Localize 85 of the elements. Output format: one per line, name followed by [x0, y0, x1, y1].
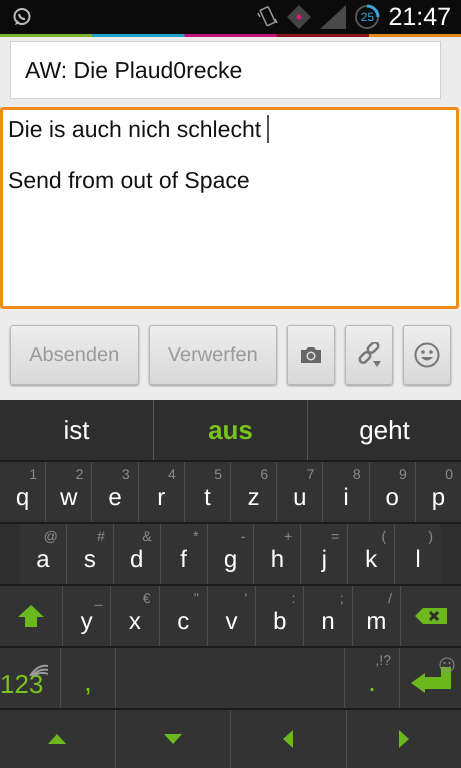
key[interactable]: @ a [20, 524, 66, 584]
clock: 21:47 [388, 2, 451, 32]
shift-key[interactable] [0, 586, 62, 646]
emoji-button[interactable] [403, 325, 451, 385]
vibrate-icon [256, 5, 278, 29]
key[interactable]: € x [110, 586, 159, 646]
key-hint: ,!? [375, 652, 391, 668]
key-hint: 0 [445, 466, 454, 482]
signal-icon [320, 5, 346, 29]
key[interactable]: : b [255, 586, 304, 646]
key[interactable]: / m [352, 586, 400, 646]
key[interactable]: 1 q [0, 462, 46, 522]
key-hint: ( [381, 528, 386, 544]
key[interactable]: ,!? . [344, 648, 399, 708]
key[interactable]: 7 u [276, 462, 322, 522]
camera-button[interactable] [287, 325, 335, 385]
message-text: Die is auch nich schlecht [8, 115, 270, 143]
key-hint: 7 [306, 466, 314, 482]
key[interactable]: 6 z [230, 462, 276, 522]
key[interactable]: 4 r [138, 462, 184, 522]
suggestion[interactable]: geht [307, 400, 461, 460]
key-hint: _ [94, 590, 102, 606]
key-hint: = [331, 528, 340, 544]
key-hint: 8 [352, 466, 361, 482]
text-cursor [267, 115, 270, 143]
key[interactable]: ; n [303, 586, 352, 646]
key[interactable]: ) l [394, 524, 442, 584]
key-hint: € [142, 590, 151, 606]
key-hint: 9 [399, 466, 407, 482]
chain-link-icon [356, 342, 382, 368]
chat-bubble-icon [12, 7, 32, 27]
key[interactable]: , [60, 648, 115, 708]
key[interactable]: = j [300, 524, 348, 584]
suggestion[interactable]: aus [153, 400, 307, 460]
key-hint: " [194, 590, 199, 606]
backspace-key[interactable] [400, 586, 461, 646]
key-hint: 2 [76, 466, 84, 482]
key-hint: 4 [168, 466, 176, 482]
message-text: Send from out of Space [8, 167, 250, 194]
symbols-key[interactable]: 123 [0, 648, 60, 708]
message-field[interactable]: Die is auch nich schlecht Send from out of Space [0, 107, 459, 309]
key-hint: / [388, 590, 392, 606]
key[interactable]: 0 p [414, 462, 461, 522]
key-hint: ; [340, 590, 344, 606]
key-hint: ) [428, 528, 434, 544]
key[interactable]: 9 o [368, 462, 415, 522]
smiley-icon [414, 342, 440, 368]
subject-field[interactable]: AW: Die Plaud0recke [10, 41, 441, 99]
notification-badge: 25 [354, 4, 380, 30]
key-hint: + [284, 528, 292, 544]
key[interactable]: ( k [347, 524, 394, 584]
key[interactable]: ' v [206, 586, 256, 646]
triangle-right-icon [398, 730, 409, 748]
shift-arrow-icon [17, 604, 45, 628]
key[interactable]: # s [66, 524, 113, 584]
key-hint: # [96, 528, 105, 544]
key[interactable]: 3 e [91, 462, 138, 522]
key-hint: : [292, 590, 296, 606]
smiley-icon [439, 657, 455, 673]
suggestion[interactable]: ist [0, 400, 153, 460]
key[interactable]: 5 t [184, 462, 230, 522]
triangle-left-icon [283, 730, 294, 748]
link-button[interactable] [345, 325, 393, 385]
key-hint: 6 [260, 466, 268, 482]
key[interactable]: _ y [62, 586, 110, 646]
key-hint: - [240, 528, 246, 544]
key-hint: & [142, 528, 152, 544]
key[interactable]: + h [253, 524, 300, 584]
key-hint: * [193, 528, 199, 544]
key-hint: @ [44, 528, 58, 544]
backspace-icon [414, 607, 447, 625]
key[interactable]: 8 i [322, 462, 369, 522]
triangle-down-icon [164, 734, 182, 744]
key-hint: ' [244, 590, 248, 606]
key[interactable]: - g [206, 524, 254, 584]
key[interactable]: 2 w [45, 462, 92, 522]
key-hint: 5 [214, 466, 222, 482]
enter-key[interactable] [399, 648, 461, 708]
camera-icon [299, 345, 323, 365]
key[interactable]: " c [158, 586, 207, 646]
key[interactable]: * f [160, 524, 207, 584]
key[interactable]: & d [112, 524, 160, 584]
triangle-up-icon [48, 734, 66, 744]
key-hint: 1 [29, 466, 38, 482]
key-hint: 3 [122, 466, 130, 482]
